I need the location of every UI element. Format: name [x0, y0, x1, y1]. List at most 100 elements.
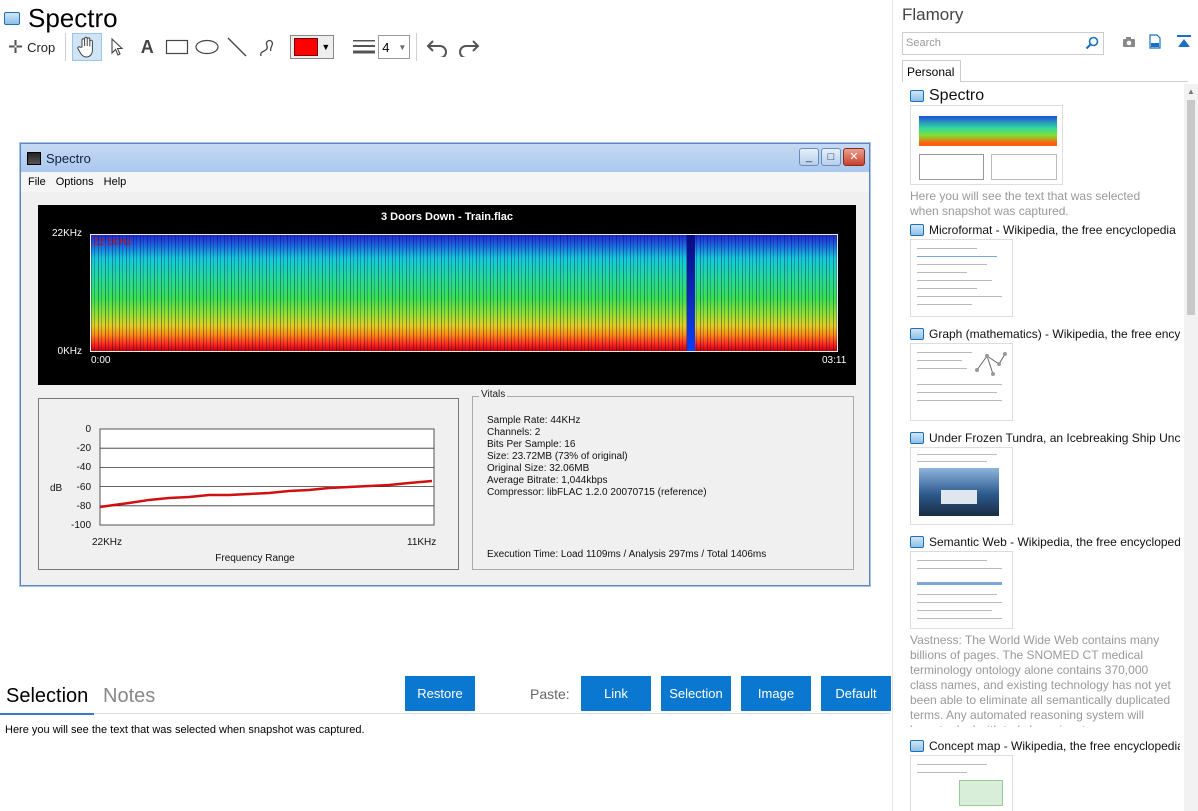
app-window-icon: [4, 11, 20, 25]
tab-personal[interactable]: Personal: [902, 60, 961, 82]
spectrogram-plot: 22.1KHz: [90, 234, 838, 352]
db-graph: 0 -20 -40 -60 -80 -100 dB 22KHz 11KHz Fr…: [50, 424, 436, 564]
ellipse-tool-button[interactable]: [192, 33, 222, 61]
thumbnail-highlight: [917, 582, 1002, 585]
db-graph-panel: 0 -20 -40 -60 -80 -100 dB 22KHz 11KHz Fr…: [38, 398, 459, 570]
sidebar-scrollbar[interactable]: ▲: [1184, 84, 1198, 811]
thumbnail-line: [917, 384, 1002, 385]
list-item[interactable]: Semantic Web - Wikipedia, the free encyc…: [910, 534, 1180, 727]
vitals-line: Channels: 2: [487, 427, 541, 438]
browser-window-icon: [910, 432, 924, 444]
hand-tool-button[interactable]: [72, 33, 103, 61]
entry-description: Here you will see the text that was sele…: [910, 189, 1141, 218]
selection-text[interactable]: Here you will see the text that was sele…: [5, 724, 365, 736]
entry-header: Microformat - Wikipedia, the free encycl…: [910, 222, 1180, 238]
ship-shape: [941, 490, 977, 504]
y-tick: -80: [77, 501, 92, 512]
entry-title: Concept map - Wikipedia, the free encycl…: [929, 739, 1180, 753]
y-axis-label: dB: [50, 483, 63, 494]
snapshot-title-bar: Spectro _ □ ✕: [21, 144, 869, 172]
browser-window-icon: [910, 536, 924, 548]
x-axis-start: 22KHz: [92, 537, 122, 548]
thumbnail-line: [917, 288, 977, 289]
thumbnail-line: [917, 772, 967, 773]
entry-thumbnail: [910, 105, 1063, 185]
scrollbar-thumb[interactable]: [1187, 100, 1195, 315]
entry-thumbnail: [910, 239, 1013, 317]
list-item[interactable]: Under Frozen Tundra, an Icebreaking Ship…: [910, 430, 1180, 525]
browser-window-icon: [910, 90, 924, 102]
vitals-line: Sample Rate: 44KHz: [487, 415, 581, 426]
snapshot-list: Spectro Here you will see the text that …: [893, 84, 1198, 811]
crop-button[interactable]: ✛ Crop: [4, 33, 59, 61]
restore-button[interactable]: Restore: [405, 676, 475, 711]
entry-header: Concept map - Wikipedia, the free encycl…: [910, 738, 1180, 754]
x-axis-end: 11KHz: [407, 537, 436, 548]
execution-time: Execution Time: Load 1109ms / Analysis 2…: [487, 549, 767, 560]
toolbar: ✛ Crop A ▼ 4 ▼: [4, 32, 483, 62]
browser-window-icon: [910, 224, 924, 236]
menu-help: Help: [103, 176, 127, 188]
thumbnail-line: [917, 264, 987, 265]
search-icon[interactable]: [1085, 36, 1099, 50]
freehand-tool-button[interactable]: [252, 33, 282, 61]
chevron-down-icon: ▼: [398, 42, 407, 52]
flamory-sidebar: Flamory Search Personal Spectro Here you…: [892, 0, 1198, 811]
maximize-icon: □: [821, 148, 841, 166]
close-icon: ✕: [843, 148, 865, 166]
list-item[interactable]: Graph (mathematics) - Wikipedia, the fre…: [910, 326, 1180, 421]
thumbnail-concept-map: [959, 780, 1003, 806]
entry-title: Semantic Web - Wikipedia, the free encyc…: [929, 535, 1180, 549]
search-input[interactable]: Search: [902, 32, 1104, 55]
thumbnail-line: [917, 392, 997, 393]
paste-default-button[interactable]: Default: [821, 676, 891, 711]
rectangle-tool-button[interactable]: [162, 33, 192, 61]
spectrum-x-end: 03:11: [822, 355, 847, 366]
window-controls: _ □ ✕: [799, 148, 865, 166]
entry-thumbnail: [910, 551, 1013, 629]
entry-thumbnail: [910, 447, 1013, 525]
text-tool-button[interactable]: A: [132, 33, 162, 61]
thumbnail-line: [917, 368, 967, 369]
collapse-top-icon[interactable]: [1176, 34, 1192, 49]
thumbnail-line: [917, 610, 992, 611]
thumbnail-line: [917, 352, 972, 353]
spectrum-y-bottom: 0KHz: [57, 346, 82, 357]
line-width-value: 4: [382, 39, 390, 55]
thumbnail-line: [917, 400, 1002, 401]
spectrum-x-start: 0:00: [91, 355, 111, 366]
camera-icon[interactable]: [1122, 36, 1136, 48]
spectrum-y-top: 22KHz: [51, 228, 82, 239]
y-tick: 0: [85, 424, 91, 435]
paste-selection-button[interactable]: Selection: [661, 676, 731, 711]
thumbnail-line: [917, 602, 1002, 603]
y-tick: -100: [71, 520, 91, 531]
undo-button[interactable]: [423, 33, 453, 61]
line-tool-button[interactable]: [222, 33, 252, 61]
list-item[interactable]: Microformat - Wikipedia, the free encycl…: [910, 222, 1180, 317]
thumbnail-line: [917, 296, 1002, 297]
list-item[interactable]: Concept map - Wikipedia, the free encycl…: [910, 738, 1180, 811]
thumbnail-line: [917, 594, 997, 595]
thumbnail-line: [917, 280, 992, 281]
redo-button[interactable]: [453, 33, 483, 61]
tab-divider: [960, 81, 1188, 82]
vitals-line: Average Bitrate: 1,044kbps: [487, 475, 608, 486]
hand-icon: [77, 36, 94, 58]
color-picker[interactable]: ▼: [290, 35, 335, 59]
spectrogram-dropout: [687, 235, 695, 351]
document-icon[interactable]: [1149, 34, 1161, 49]
entry-title: Spectro: [929, 88, 985, 104]
tab-selection[interactable]: Selection: [0, 682, 95, 715]
paste-link-button[interactable]: Link: [581, 676, 651, 711]
menu-file: File: [28, 176, 46, 188]
pointer-tool-button[interactable]: [102, 33, 132, 61]
list-item[interactable]: Spectro Here you will see the text that …: [910, 88, 1180, 219]
entry-header: Under Frozen Tundra, an Icebreaking Ship…: [910, 430, 1180, 446]
paste-image-button[interactable]: Image: [741, 676, 811, 711]
line-width-select[interactable]: 4 ▼: [378, 35, 411, 59]
entry-header: Spectro: [910, 88, 1180, 104]
scroll-up-icon[interactable]: ▲: [1187, 87, 1195, 96]
tab-notes[interactable]: Notes: [103, 682, 155, 710]
y-tick: -40: [77, 462, 92, 473]
